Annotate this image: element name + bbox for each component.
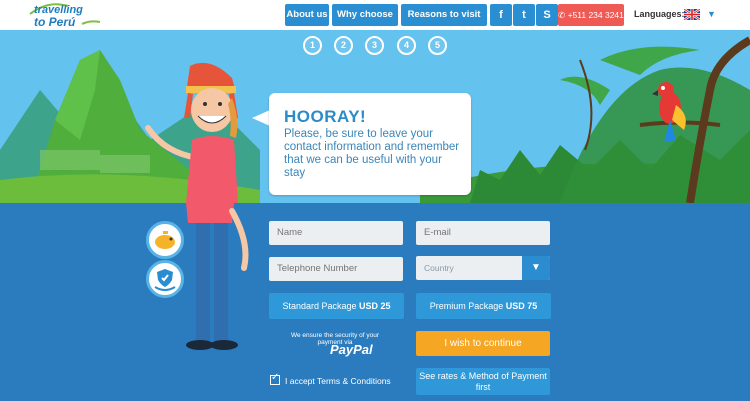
premium-package-price: USD 75 xyxy=(505,301,538,311)
nav-about-us[interactable]: About us xyxy=(285,4,329,26)
top-header: travelling to Perú About us Why choose u… xyxy=(0,0,750,42)
step-3[interactable]: 3 xyxy=(365,36,384,55)
country-dropdown-button[interactable]: ▼ xyxy=(522,256,550,280)
see-rates-button[interactable]: See rates & Method of Payment first xyxy=(416,368,550,395)
telephone-input[interactable] xyxy=(269,257,403,281)
paypal-logo: PayPal xyxy=(330,342,373,357)
step-5[interactable]: 5 xyxy=(428,36,447,55)
country-select[interactable]: Country ▼ xyxy=(416,256,550,280)
step-1[interactable]: 1 xyxy=(303,36,322,55)
premium-package-label: Premium Package xyxy=(429,301,506,311)
piggy-bank-icon xyxy=(146,221,184,259)
phone-icon: ✆ xyxy=(558,10,568,20)
skype-icon[interactable]: S xyxy=(536,4,558,26)
premium-package-button[interactable]: Premium Package USD 75 xyxy=(416,293,551,319)
travelling-to-peru-logo[interactable]: travelling to Perú xyxy=(28,2,108,30)
bubble-text: Please, be sure to leave your contact in… xyxy=(284,128,460,179)
twitter-icon[interactable]: t xyxy=(513,4,535,26)
email-input[interactable] xyxy=(416,221,550,245)
step-4[interactable]: 4 xyxy=(397,36,416,55)
step-2[interactable]: 2 xyxy=(334,36,353,55)
country-select-value: Country xyxy=(424,263,454,273)
standard-package-price: USD 25 xyxy=(359,301,391,311)
name-input[interactable] xyxy=(269,221,403,245)
mascot-character-illustration xyxy=(145,62,238,203)
language-dropdown-caret-icon[interactable]: ▼ xyxy=(707,9,716,19)
nav-reasons-to-visit-peru[interactable]: Reasons to visit Peru xyxy=(401,4,487,42)
logo-text-line2: to Perú xyxy=(34,15,76,29)
phone-button[interactable]: ✆ +511 234 3241 xyxy=(558,4,624,26)
phone-number: +511 234 3241 xyxy=(567,10,624,20)
uk-flag-icon[interactable] xyxy=(684,9,700,20)
languages-label: Languages: xyxy=(634,9,685,19)
facebook-icon[interactable]: f xyxy=(490,4,512,26)
terms-label[interactable]: I accept Terms & Conditions xyxy=(285,376,391,386)
continue-button[interactable]: I wish to continue xyxy=(416,331,550,356)
standard-package-label: Standard Package xyxy=(282,301,360,311)
nav-why-choose-us[interactable]: Why choose us? xyxy=(332,4,398,42)
secure-hand-icon xyxy=(146,260,184,298)
mascot-legs-illustration xyxy=(186,203,249,350)
chevron-down-icon: ▼ xyxy=(531,262,541,273)
speech-bubble: HOORAY! Please, be sure to leave your co… xyxy=(269,93,471,195)
standard-package-button[interactable]: Standard Package USD 25 xyxy=(269,293,404,319)
bubble-title: HOORAY! xyxy=(284,107,367,126)
checkmark-icon: ✓ xyxy=(271,372,280,383)
speech-bubble-tail xyxy=(252,110,270,126)
